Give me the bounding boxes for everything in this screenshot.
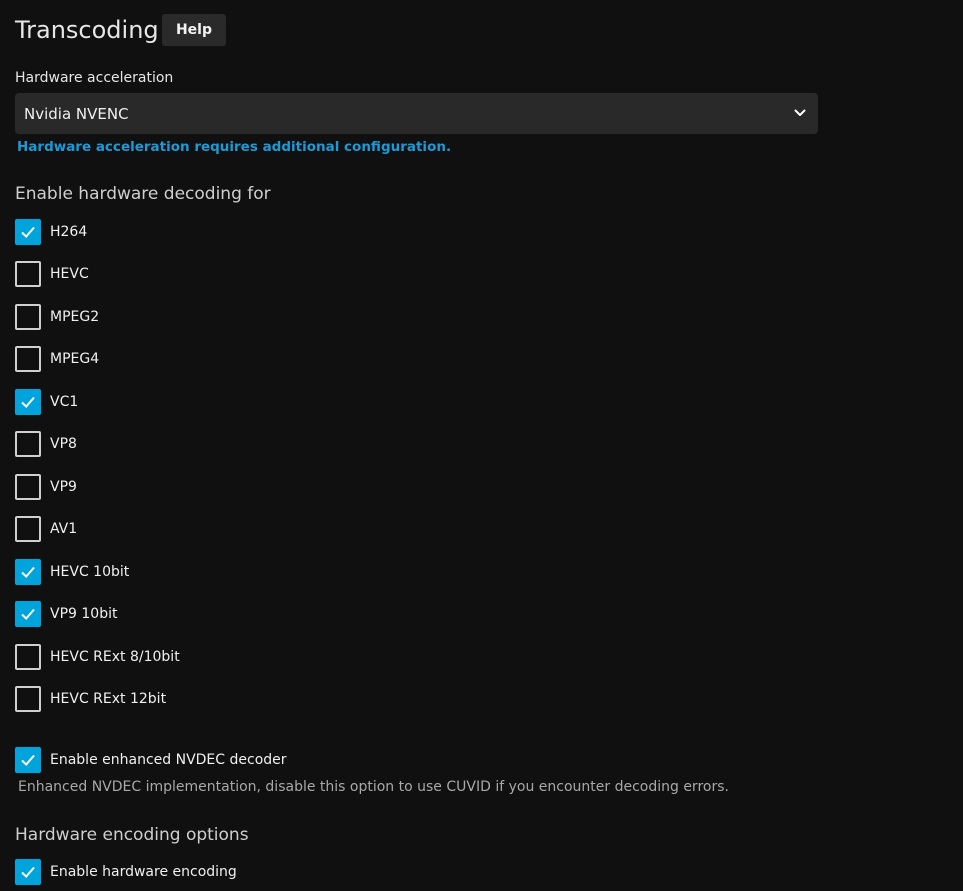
enable-hardware-encoding-label: Enable hardware encoding [50, 864, 237, 880]
decoding-heading: Enable hardware decoding for [15, 184, 271, 204]
checkmark-icon [21, 866, 35, 878]
codec-row-mpeg2[interactable]: MPEG2 [15, 304, 99, 330]
nvdec-description: Enhanced NVDEC implementation, disable t… [18, 779, 729, 795]
codec-checkbox-mpeg4[interactable] [15, 346, 41, 372]
codec-checkbox-av1[interactable] [15, 516, 41, 542]
checkmark-icon [21, 226, 35, 238]
codec-label: HEVC RExt 12bit [50, 691, 167, 707]
chevron-down-icon [794, 109, 806, 116]
codec-row-vc1[interactable]: VC1 [15, 389, 78, 415]
enable-hardware-encoding-checkbox[interactable] [15, 859, 41, 885]
hardware-acceleration-label: Hardware acceleration [15, 70, 174, 86]
codec-label: HEVC 10bit [50, 564, 130, 580]
codec-checkbox-vp9-10bit[interactable] [15, 601, 41, 627]
codec-checkbox-hevc-10bit[interactable] [15, 559, 41, 585]
codec-label: VP9 [50, 479, 77, 495]
codec-label: HEVC RExt 8/10bit [50, 649, 180, 665]
help-button[interactable]: Help [162, 14, 226, 46]
nvdec-checkbox-row[interactable]: Enable enhanced NVDEC decoder [15, 747, 287, 773]
encoding-heading: Hardware encoding options [15, 825, 249, 845]
codec-label: MPEG2 [50, 309, 100, 325]
codec-checkbox-mpeg2[interactable] [15, 304, 41, 330]
codec-row-hevc[interactable]: HEVC [15, 261, 89, 287]
codec-checkbox-hevc-rext-12bit[interactable] [15, 686, 41, 712]
hardware-acceleration-select[interactable]: Nvidia NVENC [15, 93, 818, 134]
codec-row-vp8[interactable]: VP8 [15, 431, 77, 457]
page-title: Transcoding [15, 16, 159, 44]
checkmark-icon [21, 566, 35, 578]
codec-checkbox-hevc-rext-8-10bit[interactable] [15, 644, 41, 670]
nvdec-checkbox[interactable] [15, 747, 41, 773]
codec-checkbox-h264[interactable] [15, 219, 41, 245]
checkmark-icon [21, 396, 35, 408]
checkmark-icon [21, 608, 35, 620]
codec-label: VP9 10bit [50, 606, 118, 622]
hardware-acceleration-config-link[interactable]: Hardware acceleration requires additiona… [17, 139, 451, 155]
codec-row-av1[interactable]: AV1 [15, 516, 77, 542]
hardware-acceleration-value: Nvidia NVENC [24, 104, 129, 123]
codec-label: MPEG4 [50, 351, 100, 367]
codec-label: HEVC [50, 266, 89, 282]
codec-row-hevc-10bit[interactable]: HEVC 10bit [15, 559, 129, 585]
codec-checkbox-vp8[interactable] [15, 431, 41, 457]
checkmark-icon [21, 754, 35, 766]
codec-checkbox-vc1[interactable] [15, 389, 41, 415]
codec-row-hevc-rext-8-10bit[interactable]: HEVC RExt 8/10bit [15, 644, 180, 670]
nvdec-label: Enable enhanced NVDEC decoder [50, 752, 287, 768]
codec-row-mpeg4[interactable]: MPEG4 [15, 346, 99, 372]
codec-checkbox-vp9[interactable] [15, 474, 41, 500]
codec-checkbox-hevc[interactable] [15, 261, 41, 287]
codec-row-hevc-rext-12bit[interactable]: HEVC RExt 12bit [15, 686, 166, 712]
enable-hardware-encoding-row[interactable]: Enable hardware encoding [15, 859, 237, 885]
codec-row-vp9[interactable]: VP9 [15, 474, 77, 500]
codec-label: VC1 [50, 394, 79, 410]
codec-row-vp9-10bit[interactable]: VP9 10bit [15, 601, 117, 627]
codec-label: AV1 [50, 521, 78, 537]
codec-label: VP8 [50, 436, 77, 452]
codec-label: H264 [50, 224, 88, 240]
codec-row-h264[interactable]: H264 [15, 219, 87, 245]
